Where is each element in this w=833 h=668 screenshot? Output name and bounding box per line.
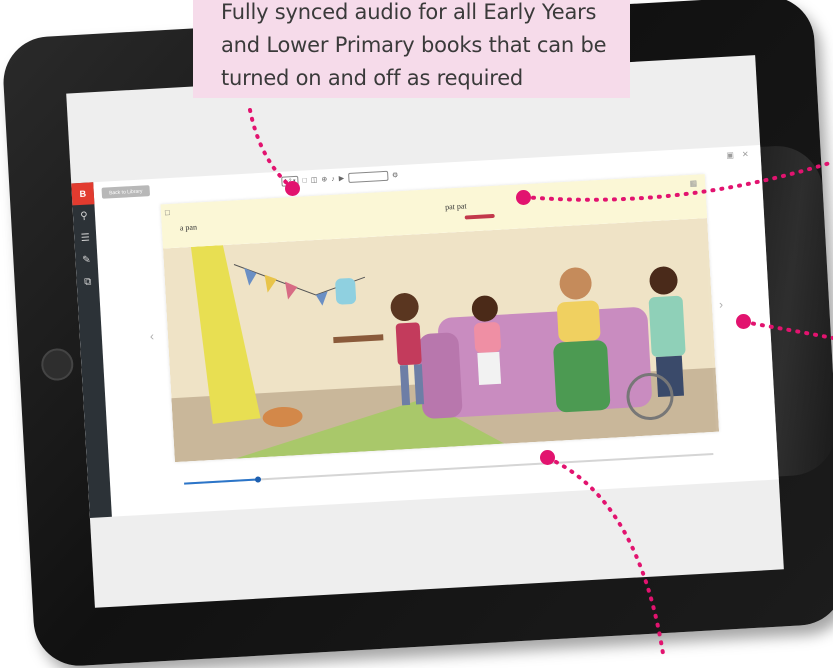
callout-dot-text-strip (516, 190, 531, 205)
feature-callout: Fully synced audio for all Early Years a… (193, 0, 630, 98)
callout-line-2: and Lower Primary books that can be (221, 33, 607, 57)
callout-dot-illustration (540, 450, 555, 465)
callout-dot-audio-controls (285, 181, 300, 196)
callout-line-3: turned on and off as required (221, 66, 524, 90)
callout-dot-page-edge (736, 314, 751, 329)
callout-line-1: Fully synced audio for all Early Years (221, 0, 597, 24)
callout-connectors (248, 108, 833, 662)
callout-text: Fully synced audio for all Early Years a… (221, 0, 621, 95)
